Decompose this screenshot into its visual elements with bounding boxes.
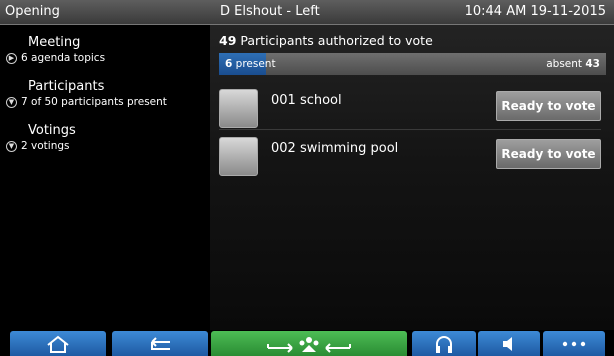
present-label: 6 present — [225, 53, 276, 75]
chevron-down-circle-icon[interactable]: ▼ — [6, 140, 17, 152]
sidebar-item-participants[interactable]: Participants ▼ 7 of 50 participants pres… — [0, 79, 210, 109]
participant-status-square — [219, 137, 258, 176]
participant-label: 002 swimming pool — [271, 141, 399, 156]
participant-row: 002 swimming pool Ready to vote — [219, 129, 601, 177]
top-status-bar: Opening D Elshout - Left 10:44 AM 19-11-… — [0, 0, 614, 25]
absent-label: absent 43 — [546, 53, 600, 75]
absent-text: absent — [546, 58, 583, 70]
present-text: present — [235, 58, 276, 70]
home-icon — [47, 335, 69, 353]
sidebar-item-title: Votings — [28, 123, 76, 138]
bottom-toolbar — [0, 331, 614, 356]
back-button[interactable] — [112, 331, 208, 356]
authorized-text: Participants authorized to vote — [240, 33, 433, 48]
row-divider — [219, 129, 601, 130]
more-icon — [562, 341, 586, 346]
sidebar-item-meeting[interactable]: Meeting ▶ 6 agenda topics — [0, 35, 210, 65]
main-panel: 49 Participants authorized to vote 6 pre… — [210, 25, 614, 330]
speaker-button[interactable] — [478, 331, 540, 356]
attendance-bar: 6 present absent 43 — [219, 53, 606, 75]
more-button[interactable] — [543, 331, 605, 356]
ready-to-vote-button[interactable]: Ready to vote — [496, 91, 601, 121]
sidebar-item-subtitle: 7 of 50 participants present — [21, 96, 167, 108]
sidebar-item-votings[interactable]: Votings ▼ 2 votings — [0, 123, 210, 153]
chevron-right-circle-icon[interactable]: ▶ — [6, 52, 17, 64]
sidebar: Meeting ▶ 6 agenda topics Participants ▼… — [0, 25, 210, 330]
present-count: 6 — [225, 58, 233, 70]
sidebar-item-sub: ▼ 2 votings — [6, 139, 210, 153]
absent-count: 43 — [585, 58, 600, 70]
sidebar-item-subtitle: 2 votings — [21, 140, 70, 152]
transfer-vote-icon — [267, 336, 351, 353]
clock-date: 10:44 AM 19-11-2015 — [464, 4, 606, 19]
participant-row: 001 school Ready to vote — [219, 89, 601, 129]
ready-to-vote-button[interactable]: Ready to vote — [496, 139, 601, 169]
home-button[interactable] — [10, 331, 106, 356]
sidebar-item-sub: ▼ 7 of 50 participants present — [6, 95, 210, 109]
speaker-icon — [503, 336, 512, 351]
chevron-down-circle-icon[interactable]: ▼ — [6, 96, 17, 108]
sidebar-item-subtitle: 6 agenda topics — [21, 52, 106, 64]
back-arrow-icon — [151, 336, 170, 350]
authorized-count: 49 — [219, 33, 237, 48]
headphones-icon — [436, 335, 452, 353]
user-seat-label: D Elshout - Left — [220, 4, 320, 19]
meeting-status-title: Opening — [5, 4, 60, 19]
sidebar-item-sub: ▶ 6 agenda topics — [6, 51, 210, 65]
sidebar-item-title: Meeting — [28, 35, 81, 50]
authorized-heading: 49 Participants authorized to vote — [219, 33, 433, 48]
participant-status-square — [219, 89, 258, 128]
sidebar-item-title: Participants — [28, 79, 105, 94]
transfer-vote-button[interactable] — [211, 331, 407, 356]
headphones-button[interactable] — [412, 331, 476, 356]
participant-label: 001 school — [271, 93, 342, 108]
